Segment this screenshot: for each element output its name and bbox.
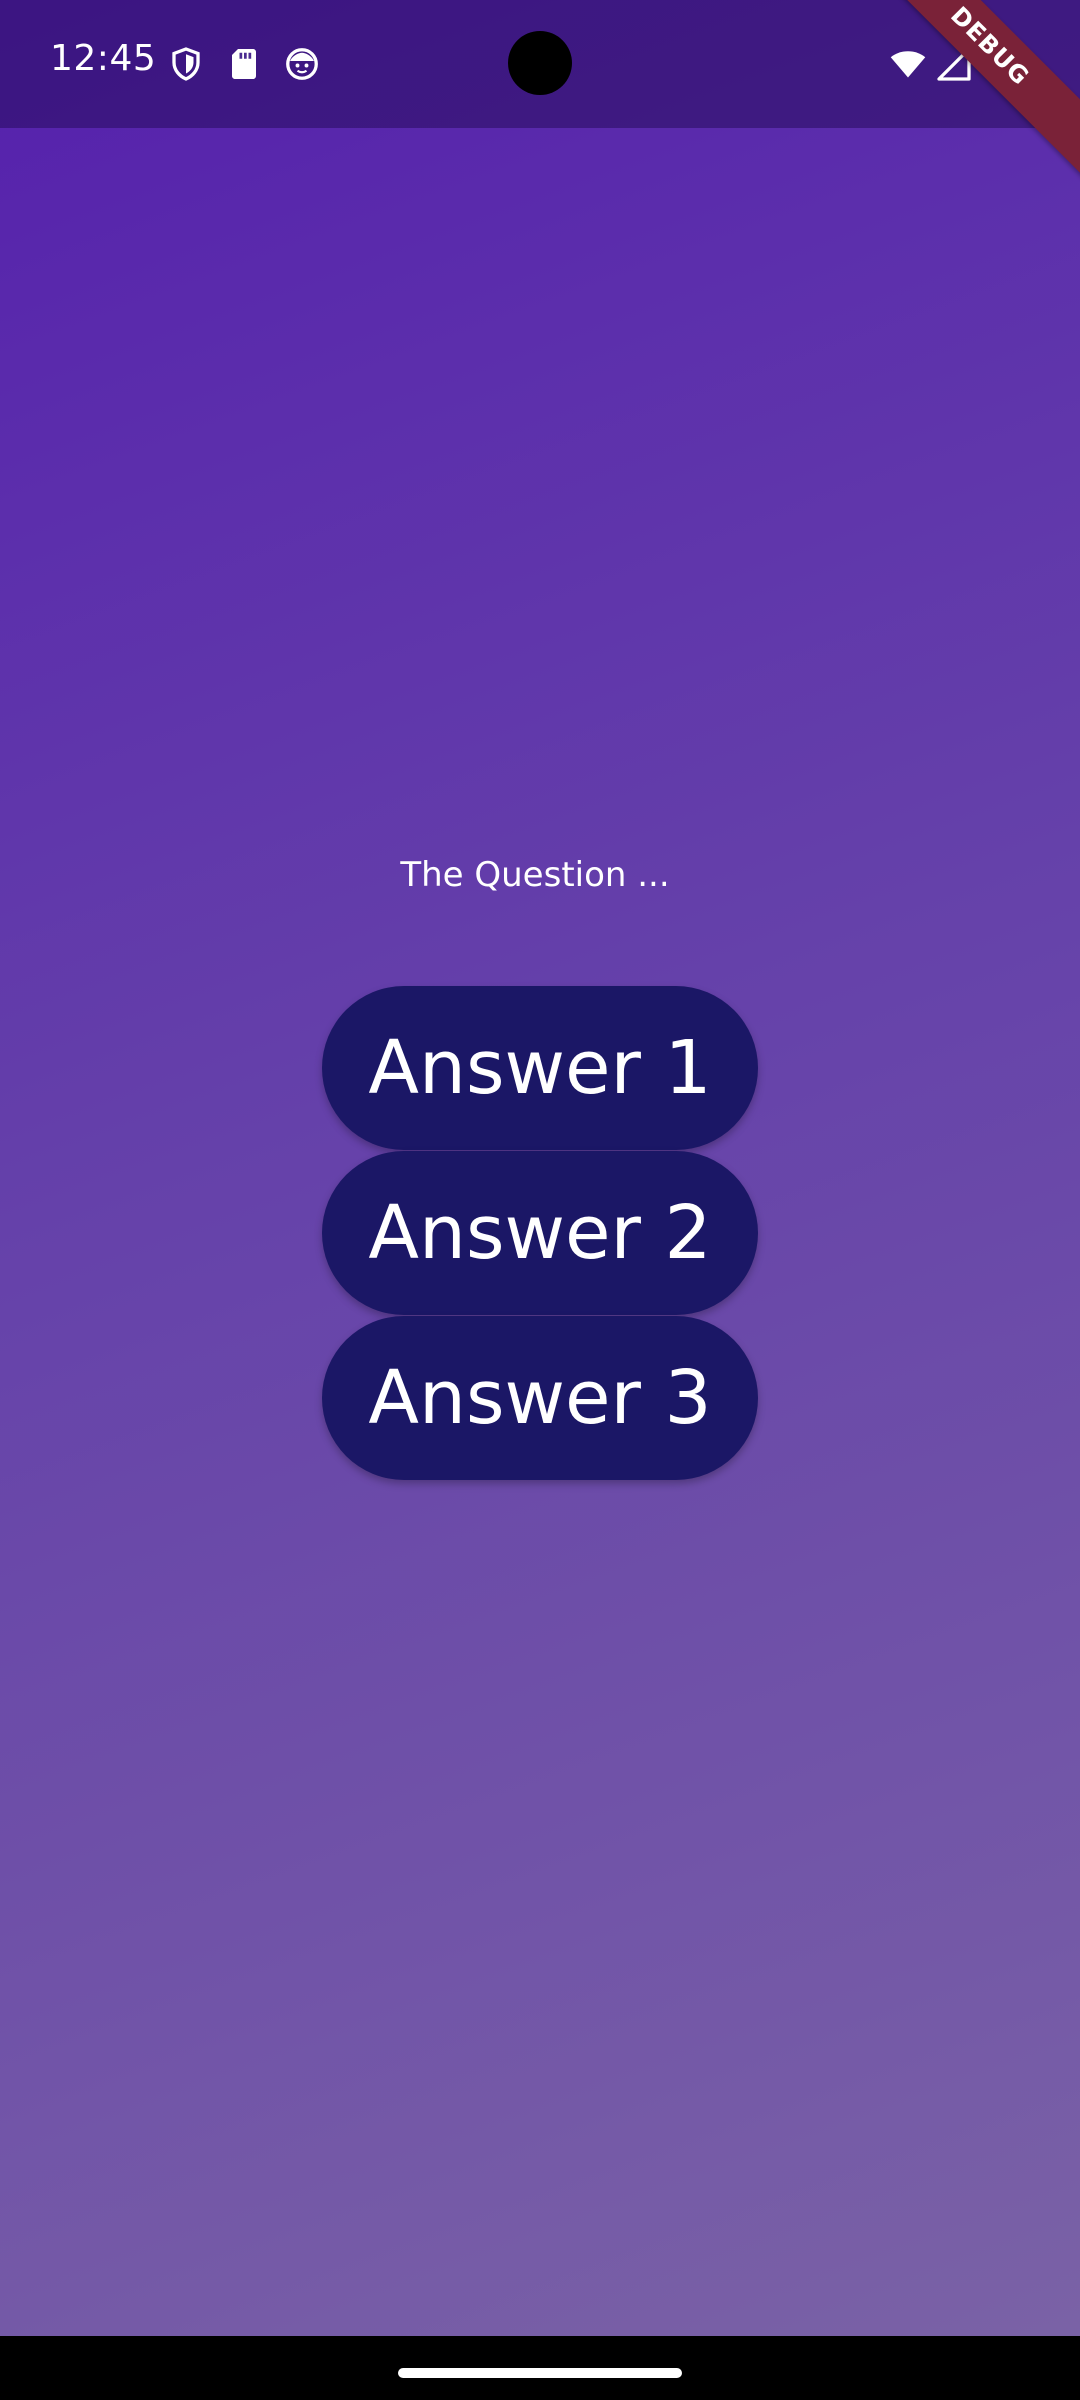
home-gesture-handle[interactable] xyxy=(398,2368,682,2378)
answers-list: Answer 1 Answer 2 Answer 3 xyxy=(0,986,1080,1481)
wifi-icon xyxy=(890,51,926,78)
answer-button-3[interactable]: Answer 3 xyxy=(322,1316,758,1480)
face-icon xyxy=(286,48,318,80)
answer-button-2[interactable]: Answer 2 xyxy=(322,1151,758,1315)
sd-card-icon xyxy=(232,49,256,79)
answer-button-1[interactable]: Answer 1 xyxy=(322,986,758,1150)
camera-cutout xyxy=(508,31,572,95)
status-time: 12:45 xyxy=(50,38,157,79)
debug-banner: DEBUG xyxy=(858,0,1080,178)
shield-icon xyxy=(172,47,200,81)
quiz-screen: 12:45 DEBUG The Question ... Answer 1 An… xyxy=(0,0,1080,2336)
question-text: The Question ... xyxy=(400,855,670,895)
